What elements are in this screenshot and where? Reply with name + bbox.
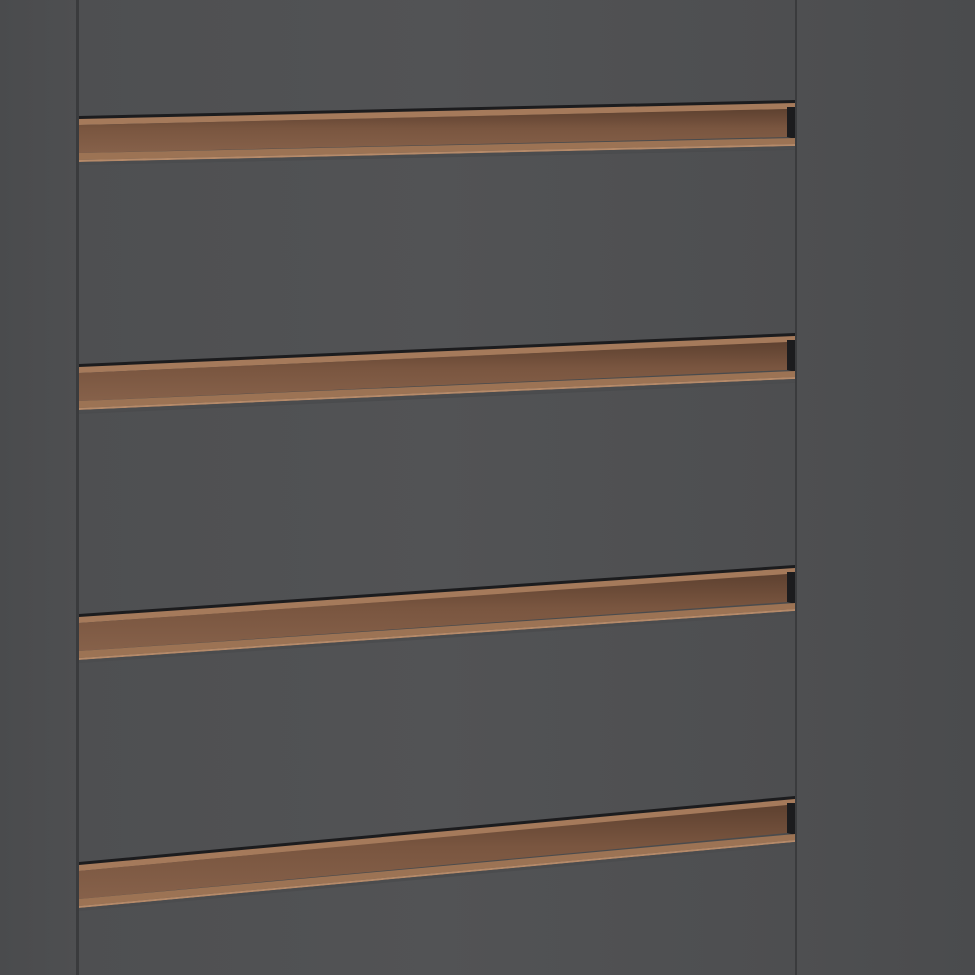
- rail-end-cap: [787, 572, 795, 604]
- right-frame-edge: [795, 0, 797, 975]
- cabinet-scene: [0, 0, 975, 975]
- left-side-panel: [0, 0, 78, 975]
- drawer-1: [79, 0, 795, 119]
- right-side-panel: [796, 0, 975, 975]
- rail-end-cap: [787, 340, 795, 372]
- rail-end-cap: [787, 803, 795, 835]
- left-frame-edge: [76, 0, 79, 975]
- rail-end-cap: [787, 107, 795, 139]
- drawer-2: [79, 150, 795, 367]
